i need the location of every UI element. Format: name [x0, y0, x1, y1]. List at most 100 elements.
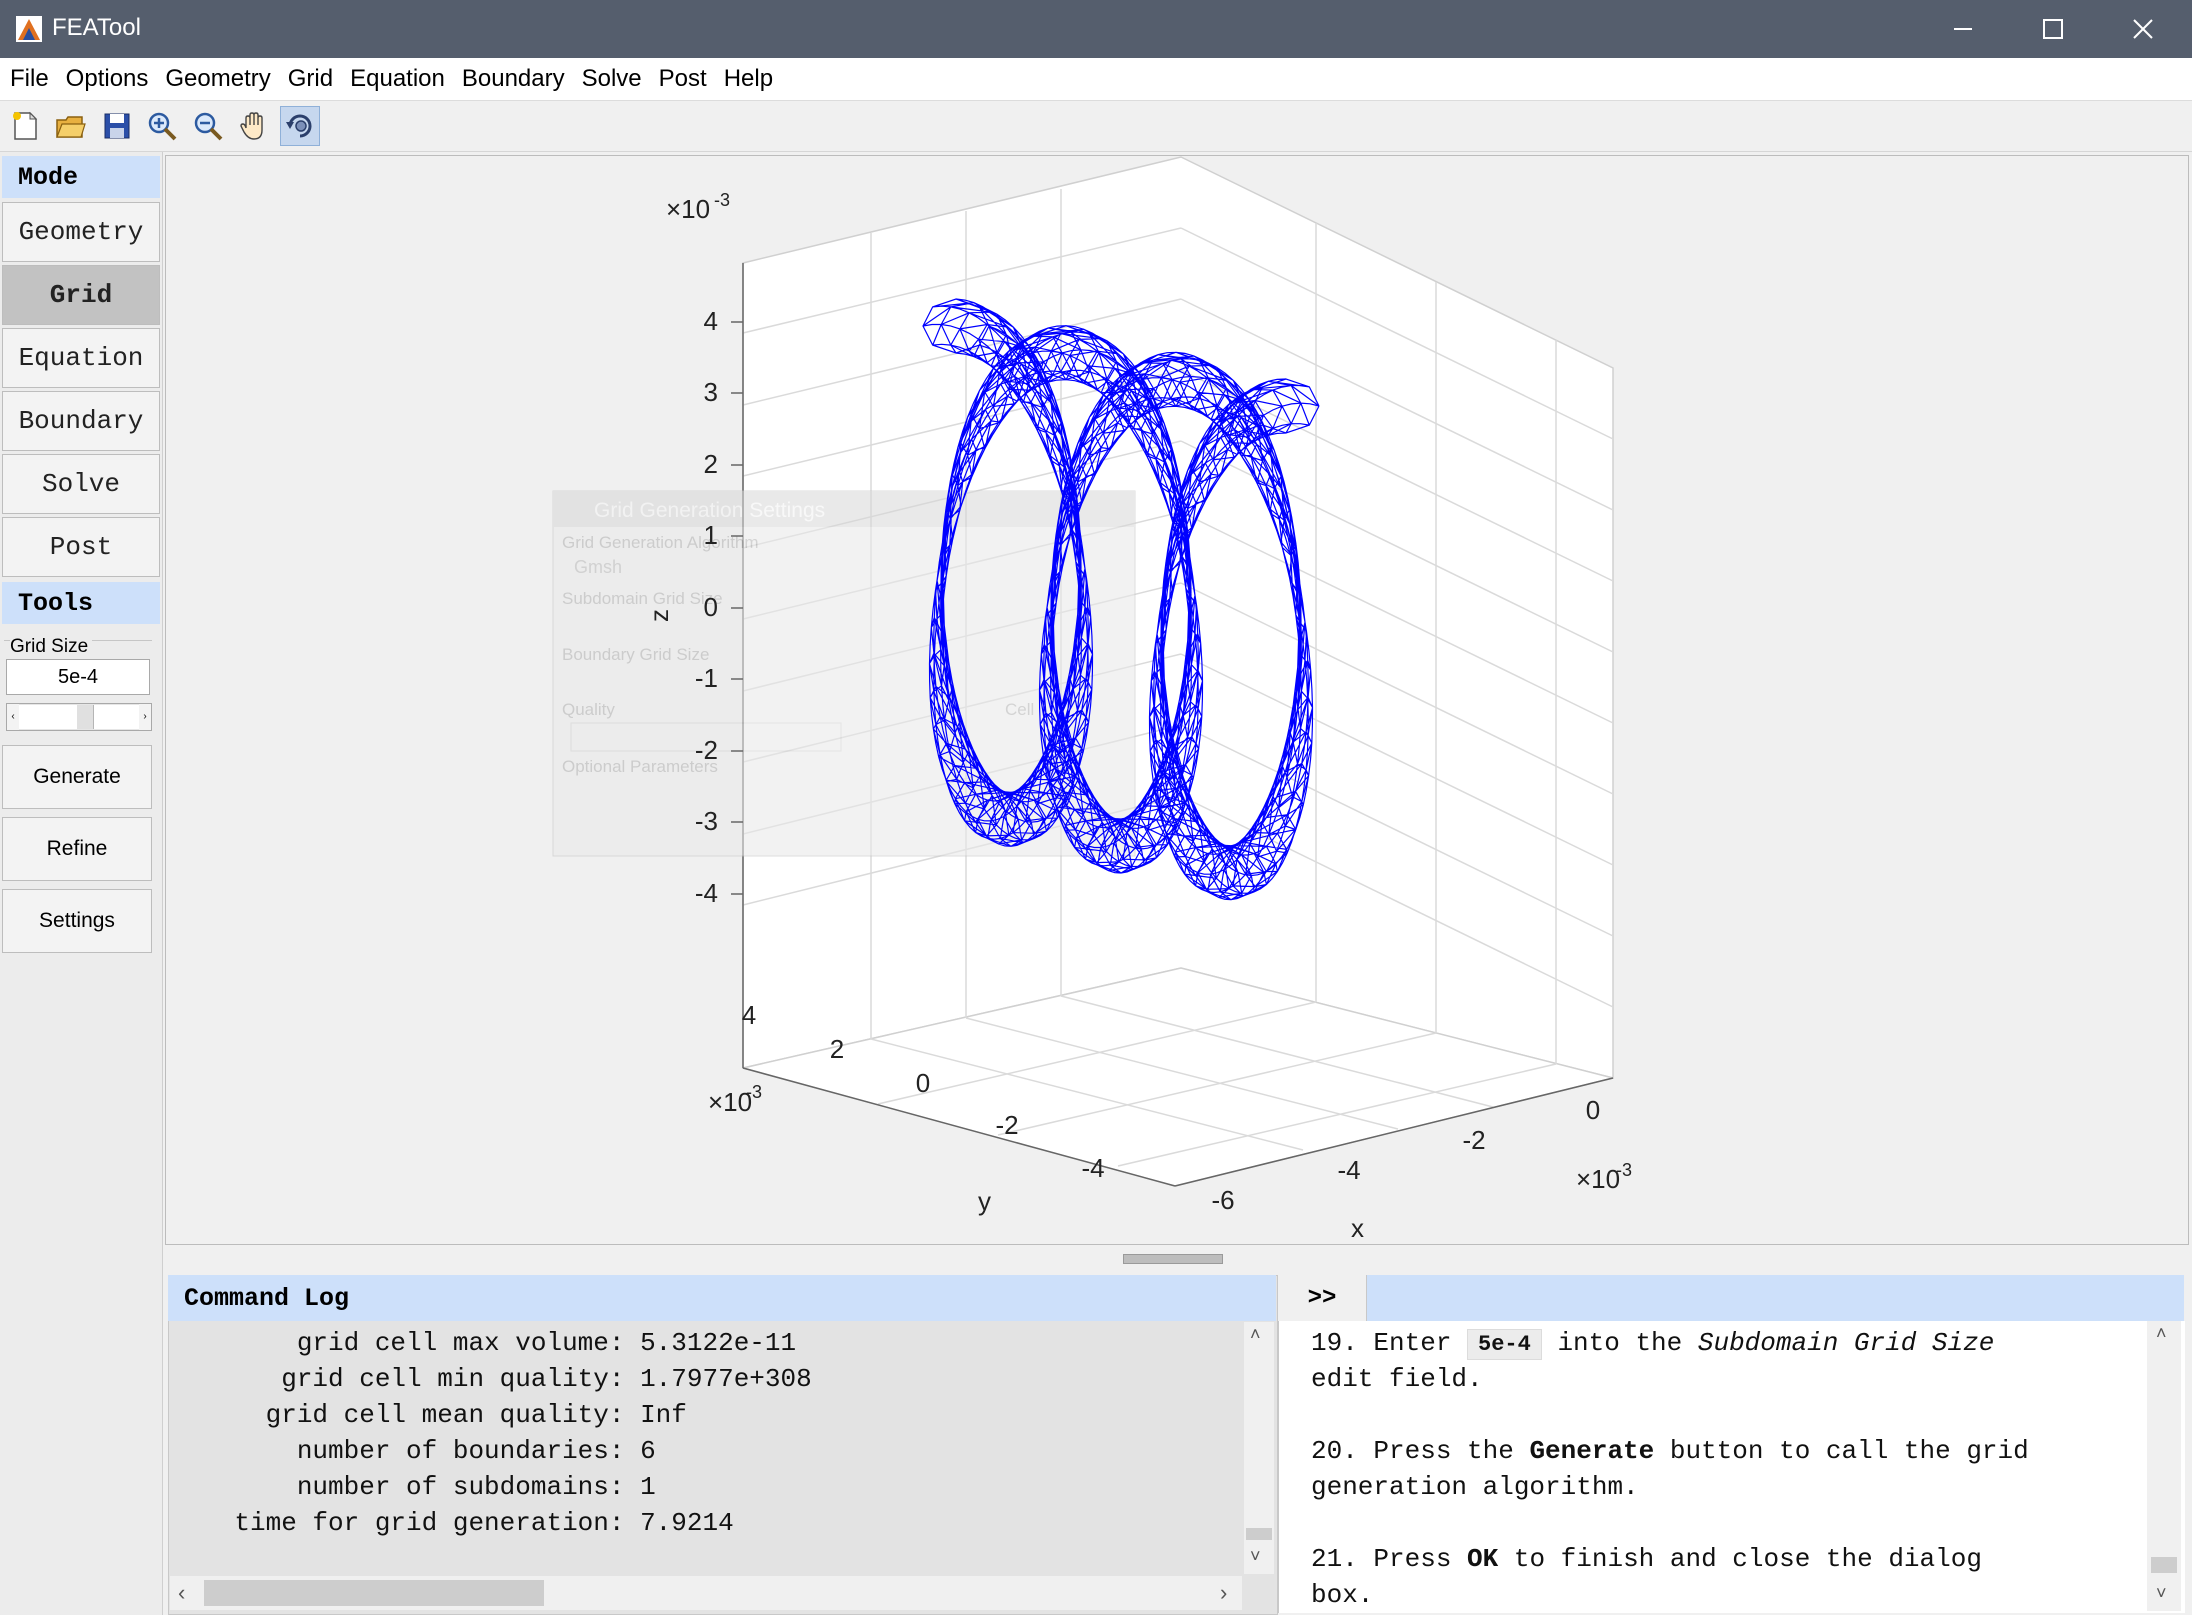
help-text: edit field. — [1311, 1364, 1483, 1394]
slider-track-left[interactable] — [19, 705, 78, 729]
settings-button[interactable]: Settings — [2, 889, 152, 953]
menu-geometry[interactable]: Geometry — [165, 65, 270, 93]
z-tick-label: 0 — [704, 592, 718, 622]
help-text: into the — [1541, 1328, 1698, 1358]
menu-grid[interactable]: Grid — [288, 65, 333, 93]
menu-bar: File Options Geometry Grid Equation Boun… — [0, 58, 2192, 101]
help-toggle-button[interactable]: >> — [1278, 1275, 1367, 1321]
help-step-20: 20. Press the Generate button to call th… — [1311, 1433, 2029, 1469]
log-line: grid cell max volume: 5.3122e-11 — [172, 1328, 797, 1358]
z-tick-label: -1 — [695, 663, 718, 693]
scroll-up-icon[interactable]: ˄ — [2156, 1323, 2167, 1344]
z-tick-label: -3 — [695, 806, 718, 836]
mode-equation-button[interactable]: Equation — [2, 328, 160, 388]
x-tick-label: -2 — [1462, 1125, 1485, 1155]
left-panel: Mode Geometry Grid Equation Boundary Sol… — [0, 152, 163, 1615]
y-tick-label: -2 — [995, 1110, 1018, 1140]
z-tick-label: 3 — [704, 377, 718, 407]
splitter-handle[interactable] — [1123, 1254, 1223, 1264]
grid-size-input[interactable]: 5e-4 — [6, 659, 150, 695]
log-line: number of subdomains: 1 — [172, 1472, 656, 1502]
x-axis-label: x — [1351, 1213, 1364, 1243]
save-icon[interactable] — [97, 106, 137, 146]
x-scale-exponent: -3 — [1616, 1160, 1632, 1180]
menu-post[interactable]: Post — [659, 65, 707, 93]
menu-boundary[interactable]: Boundary — [462, 65, 565, 93]
y-tick-label: 4 — [742, 1000, 756, 1030]
minimize-icon[interactable] — [1918, 0, 2008, 58]
log-line: number of boundaries: 6 — [172, 1436, 656, 1466]
ghost-settings-dialog: Grid Generation Settings Grid Generation… — [552, 490, 1136, 857]
y-axis-label: y — [978, 1186, 991, 1216]
new-file-icon[interactable] — [5, 106, 45, 146]
log-vertical-scrollbar[interactable]: ˄ ˅ — [1244, 1322, 1274, 1574]
mode-boundary-button[interactable]: Boundary — [2, 391, 160, 451]
grid-size-slider[interactable]: ‹ › — [6, 703, 152, 731]
tools-header: Tools — [2, 582, 160, 624]
mode-header: Mode — [2, 156, 160, 198]
scroll-down-icon[interactable]: ˅ — [1250, 1546, 1261, 1567]
slider-right-arrow-icon[interactable]: › — [139, 704, 151, 730]
y-tick-label: 2 — [830, 1034, 844, 1064]
open-folder-icon[interactable] — [50, 106, 90, 146]
scroll-up-icon[interactable]: ˄ — [1250, 1324, 1261, 1345]
slider-left-arrow-icon[interactable]: ‹ — [7, 704, 19, 730]
log-line: time for grid generation: 7.9214 — [172, 1508, 734, 1538]
y-scale-exponent: -3 — [746, 1082, 762, 1102]
menu-options[interactable]: Options — [66, 65, 149, 93]
title-bar: FEATool — [0, 0, 2192, 58]
mode-grid-button[interactable]: Grid — [2, 265, 160, 325]
scroll-left-icon[interactable]: ‹ — [178, 1580, 185, 1606]
scroll-right-icon[interactable]: › — [1220, 1580, 1227, 1606]
menu-solve[interactable]: Solve — [582, 65, 642, 93]
z-scale-factor: ×10 — [666, 194, 710, 224]
x-scale-factor: ×10 — [1576, 1164, 1620, 1194]
maximize-icon[interactable] — [2008, 0, 2098, 58]
refine-button[interactable]: Refine — [2, 817, 152, 881]
slider-track-right[interactable] — [93, 705, 140, 729]
menu-help[interactable]: Help — [724, 65, 773, 93]
help-vertical-scrollbar[interactable]: ˄ ˅ — [2147, 1321, 2181, 1611]
menu-file[interactable]: File — [10, 65, 49, 93]
slider-thumb[interactable] — [77, 705, 93, 729]
log-horizontal-scrollbar[interactable]: ‹ › — [170, 1576, 1242, 1610]
zoom-out-icon[interactable] — [188, 106, 228, 146]
zoom-in-icon[interactable] — [142, 106, 182, 146]
rotate-3d-icon[interactable] — [280, 106, 320, 146]
pan-hand-icon[interactable] — [234, 106, 274, 146]
menu-equation[interactable]: Equation — [350, 65, 445, 93]
scroll-down-icon[interactable]: ˅ — [2156, 1583, 2167, 1604]
z-axis-label: z — [644, 609, 674, 622]
mode-post-button[interactable]: Post — [2, 517, 160, 577]
toolbar — [0, 101, 2192, 152]
z-tick-label: -2 — [695, 735, 718, 765]
generate-button[interactable]: Generate — [2, 745, 152, 809]
ghost-subdomain-label: Subdomain Grid Size — [562, 589, 723, 608]
command-log-title: Command Log — [168, 1275, 1276, 1321]
x-tick-label: -4 — [1337, 1155, 1360, 1185]
mode-geometry-button[interactable]: Geometry — [2, 202, 160, 262]
mode-solve-button[interactable]: Solve — [2, 454, 160, 514]
scroll-thumb[interactable] — [2151, 1557, 2177, 1573]
help-step-21: 21. Press OK to finish and close the dia… — [1311, 1541, 1982, 1577]
z-tick-label: 2 — [704, 449, 718, 479]
log-line: grid cell min quality: 1.7977e+308 — [172, 1364, 812, 1394]
help-text: to finish and close the dialog — [1498, 1544, 1982, 1574]
mesh-plot[interactable]: Grid Generation Settings Grid Generation… — [166, 156, 2188, 1244]
ghost-algorithm-value: Gmsh — [574, 557, 622, 577]
help-text: button to call the grid — [1654, 1436, 2029, 1466]
close-icon[interactable] — [2098, 0, 2188, 58]
ghost-algorithm-label: Grid Generation Algorithm — [562, 533, 759, 552]
command-log-text: grid cell max volume: 5.3122e-11 grid ce… — [172, 1325, 1240, 1573]
grid-size-label: Grid Size — [10, 636, 93, 658]
help-text: 19. Enter — [1311, 1328, 1468, 1358]
help-panel: 19. Enter 5e-4 into the Subdomain Grid S… — [1278, 1321, 2185, 1613]
panel-splitter[interactable] — [163, 1248, 2189, 1270]
x-tick-label: 0 — [1586, 1095, 1600, 1125]
scroll-thumb[interactable] — [1246, 1528, 1272, 1540]
z-tick-label: 1 — [704, 520, 718, 550]
plot-area[interactable]: Grid Generation Settings Grid Generation… — [165, 155, 2189, 1245]
log-line: grid cell mean quality: Inf — [172, 1400, 687, 1430]
scroll-thumb[interactable] — [204, 1580, 544, 1606]
ghost-cell-label: Cell — [1005, 700, 1034, 719]
